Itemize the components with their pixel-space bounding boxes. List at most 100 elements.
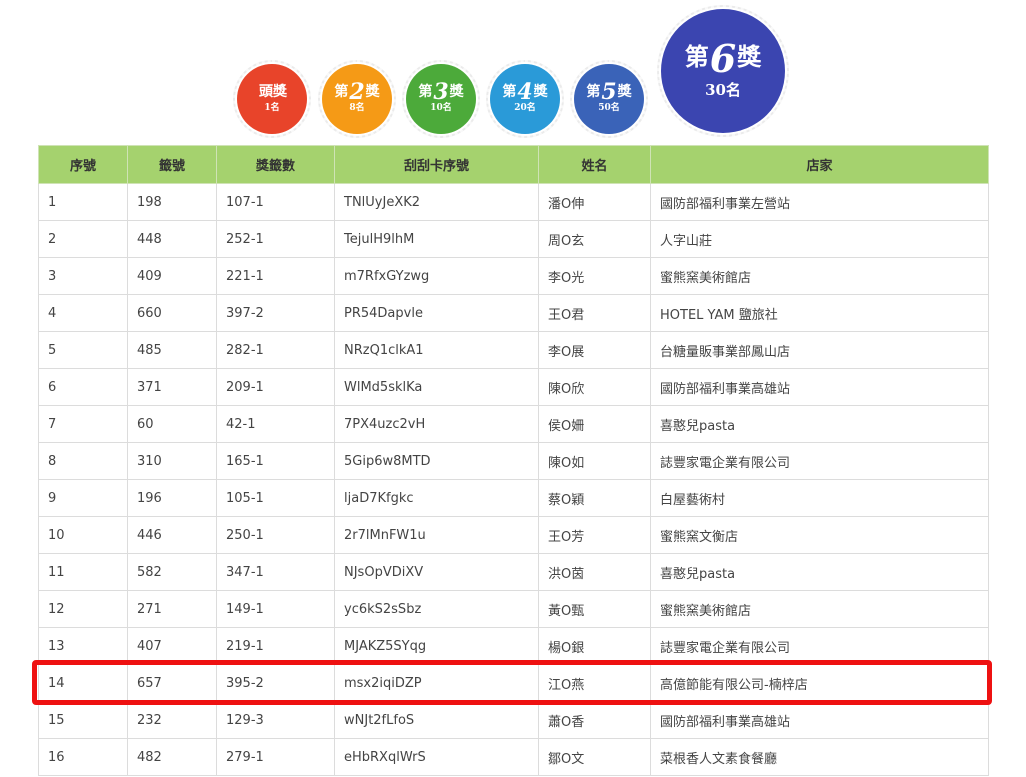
cell-store: 國防部福利事業高雄站 [650, 701, 989, 739]
header-ticket-count: 獎籤數 [216, 145, 335, 184]
cell-store: 誌豐家電企業有限公司 [650, 442, 989, 480]
table-row: 9 196 105-1 ljaD7Kfgkc 蔡O穎 白屋藝術村 [38, 479, 989, 517]
prize-badge-count: 8名 [349, 103, 365, 113]
prize-badge-1: 頭獎 1名 [233, 60, 311, 138]
prize-badges: 頭獎 1名 第2獎 8名 第3獎 10名 第4獎 20名 第5獎 50名 第6獎… [0, 0, 1026, 145]
cell-ticket-no: 232 [127, 701, 217, 739]
cell-ticket-count: 209-1 [216, 368, 335, 406]
table-row: 3 409 221-1 m7RfxGYzwg 李O光 蜜熊窯美術館店 [38, 257, 989, 295]
table-row: 2 448 252-1 TejulH9lhM 周O玄 人字山莊 [38, 220, 989, 258]
cell-name: 陳O欣 [538, 368, 651, 406]
cell-serial: 9 [38, 479, 128, 517]
cell-name: 蔡O穎 [538, 479, 651, 517]
header-ticket-no: 籤號 [127, 145, 217, 184]
cell-store: 喜憨兒pasta [650, 553, 989, 591]
cell-store: 蜜熊窯文衡店 [650, 516, 989, 554]
cell-serial: 3 [38, 257, 128, 295]
cell-name: 楊O銀 [538, 627, 651, 665]
prize-badge-5: 第5獎 50名 [570, 60, 648, 138]
cell-name: 黃O甄 [538, 590, 651, 628]
cell-store: HOTEL YAM 鹽旅社 [650, 294, 989, 332]
table-row: 7 60 42-1 7PX4uzc2vH 侯O姍 喜憨兒pasta [38, 405, 989, 443]
prize-badge-4: 第4獎 20名 [486, 60, 564, 138]
cell-ticket-count: 397-2 [216, 294, 335, 332]
cell-name: 陳O如 [538, 442, 651, 480]
cell-serial: 4 [38, 294, 128, 332]
cell-ticket-no: 409 [127, 257, 217, 295]
cell-scratch-card-no: WlMd5sklKa [334, 368, 539, 406]
cell-ticket-count: 107-1 [216, 183, 335, 221]
table-row: 13 407 219-1 MJAKZ5SYqg 楊O銀 誌豐家電企業有限公司 [38, 627, 989, 665]
cell-serial: 13 [38, 627, 128, 665]
cell-ticket-no: 310 [127, 442, 217, 480]
cell-ticket-no: 371 [127, 368, 217, 406]
cell-name: 蕭O香 [538, 701, 651, 739]
cell-store: 國防部福利事業左營站 [650, 183, 989, 221]
cell-scratch-card-no: TNlUyJeXK2 [334, 183, 539, 221]
cell-serial: 12 [38, 590, 128, 628]
cell-ticket-count: 221-1 [216, 257, 335, 295]
cell-ticket-no: 271 [127, 590, 217, 628]
table-row: 1 198 107-1 TNlUyJeXK2 潘O伸 國防部福利事業左營站 [38, 183, 989, 221]
cell-ticket-no: 196 [127, 479, 217, 517]
cell-store: 菜根香人文素食餐廳 [650, 738, 989, 776]
cell-ticket-count: 250-1 [216, 516, 335, 554]
cell-ticket-count: 129-3 [216, 701, 335, 739]
header-name: 姓名 [538, 145, 651, 184]
table-row: 16 482 279-1 eHbRXqlWrS 鄒O文 菜根香人文素食餐廳 [38, 738, 989, 776]
cell-serial: 16 [38, 738, 128, 776]
prize-badge-6: 第6獎 30名 [657, 5, 789, 137]
cell-name: 李O展 [538, 331, 651, 369]
cell-scratch-card-no: 2r7lMnFW1u [334, 516, 539, 554]
cell-ticket-no: 60 [127, 405, 217, 443]
cell-scratch-card-no: NRzQ1clkA1 [334, 331, 539, 369]
cell-serial: 5 [38, 331, 128, 369]
cell-ticket-no: 198 [127, 183, 217, 221]
cell-name: 洪O茵 [538, 553, 651, 591]
table-row: 10 446 250-1 2r7lMnFW1u 王O芳 蜜熊窯文衡店 [38, 516, 989, 554]
cell-scratch-card-no: ljaD7Kfgkc [334, 479, 539, 517]
cell-ticket-count: 219-1 [216, 627, 335, 665]
prize-badge-3: 第3獎 10名 [402, 60, 480, 138]
header-store: 店家 [650, 145, 989, 184]
cell-name: 鄒O文 [538, 738, 651, 776]
highlight-box [32, 660, 992, 705]
table-row: 11 582 347-1 NJsOpVDiXV 洪O茵 喜憨兒pasta [38, 553, 989, 591]
cell-name: 侯O姍 [538, 405, 651, 443]
cell-scratch-card-no: PR54Dapvle [334, 294, 539, 332]
prize-badge-count: 20名 [514, 103, 536, 113]
cell-ticket-count: 42-1 [216, 405, 335, 443]
cell-ticket-no: 660 [127, 294, 217, 332]
cell-scratch-card-no: MJAKZ5SYqg [334, 627, 539, 665]
cell-ticket-count: 252-1 [216, 220, 335, 258]
cell-name: 王O芳 [538, 516, 651, 554]
cell-ticket-no: 446 [127, 516, 217, 554]
cell-store: 誌豐家電企業有限公司 [650, 627, 989, 665]
cell-scratch-card-no: TejulH9lhM [334, 220, 539, 258]
prize-badge-count: 1名 [264, 103, 280, 113]
table-row: 6 371 209-1 WlMd5sklKa 陳O欣 國防部福利事業高雄站 [38, 368, 989, 406]
cell-scratch-card-no: yc6kS2sSbz [334, 590, 539, 628]
cell-name: 潘O伸 [538, 183, 651, 221]
cell-serial: 1 [38, 183, 128, 221]
cell-store: 蜜熊窯美術館店 [650, 257, 989, 295]
cell-ticket-no: 448 [127, 220, 217, 258]
cell-ticket-no: 482 [127, 738, 217, 776]
cell-store: 國防部福利事業高雄站 [650, 368, 989, 406]
table-row: 4 660 397-2 PR54Dapvle 王O君 HOTEL YAM 鹽旅社 [38, 294, 989, 332]
header-serial: 序號 [38, 145, 128, 184]
prize-badge-count: 30名 [705, 81, 741, 99]
cell-serial: 8 [38, 442, 128, 480]
cell-name: 李O光 [538, 257, 651, 295]
cell-name: 王O君 [538, 294, 651, 332]
cell-ticket-no: 407 [127, 627, 217, 665]
table-row: 8 310 165-1 5Gip6w8MTD 陳O如 誌豐家電企業有限公司 [38, 442, 989, 480]
cell-ticket-no: 485 [127, 331, 217, 369]
cell-scratch-card-no: NJsOpVDiXV [334, 553, 539, 591]
table-row: 15 232 129-3 wNJt2fLfoS 蕭O香 國防部福利事業高雄站 [38, 701, 989, 739]
cell-store: 喜憨兒pasta [650, 405, 989, 443]
cell-serial: 6 [38, 368, 128, 406]
cell-ticket-count: 105-1 [216, 479, 335, 517]
table-row: 5 485 282-1 NRzQ1clkA1 李O展 台糖量販事業部鳳山店 [38, 331, 989, 369]
cell-ticket-count: 279-1 [216, 738, 335, 776]
